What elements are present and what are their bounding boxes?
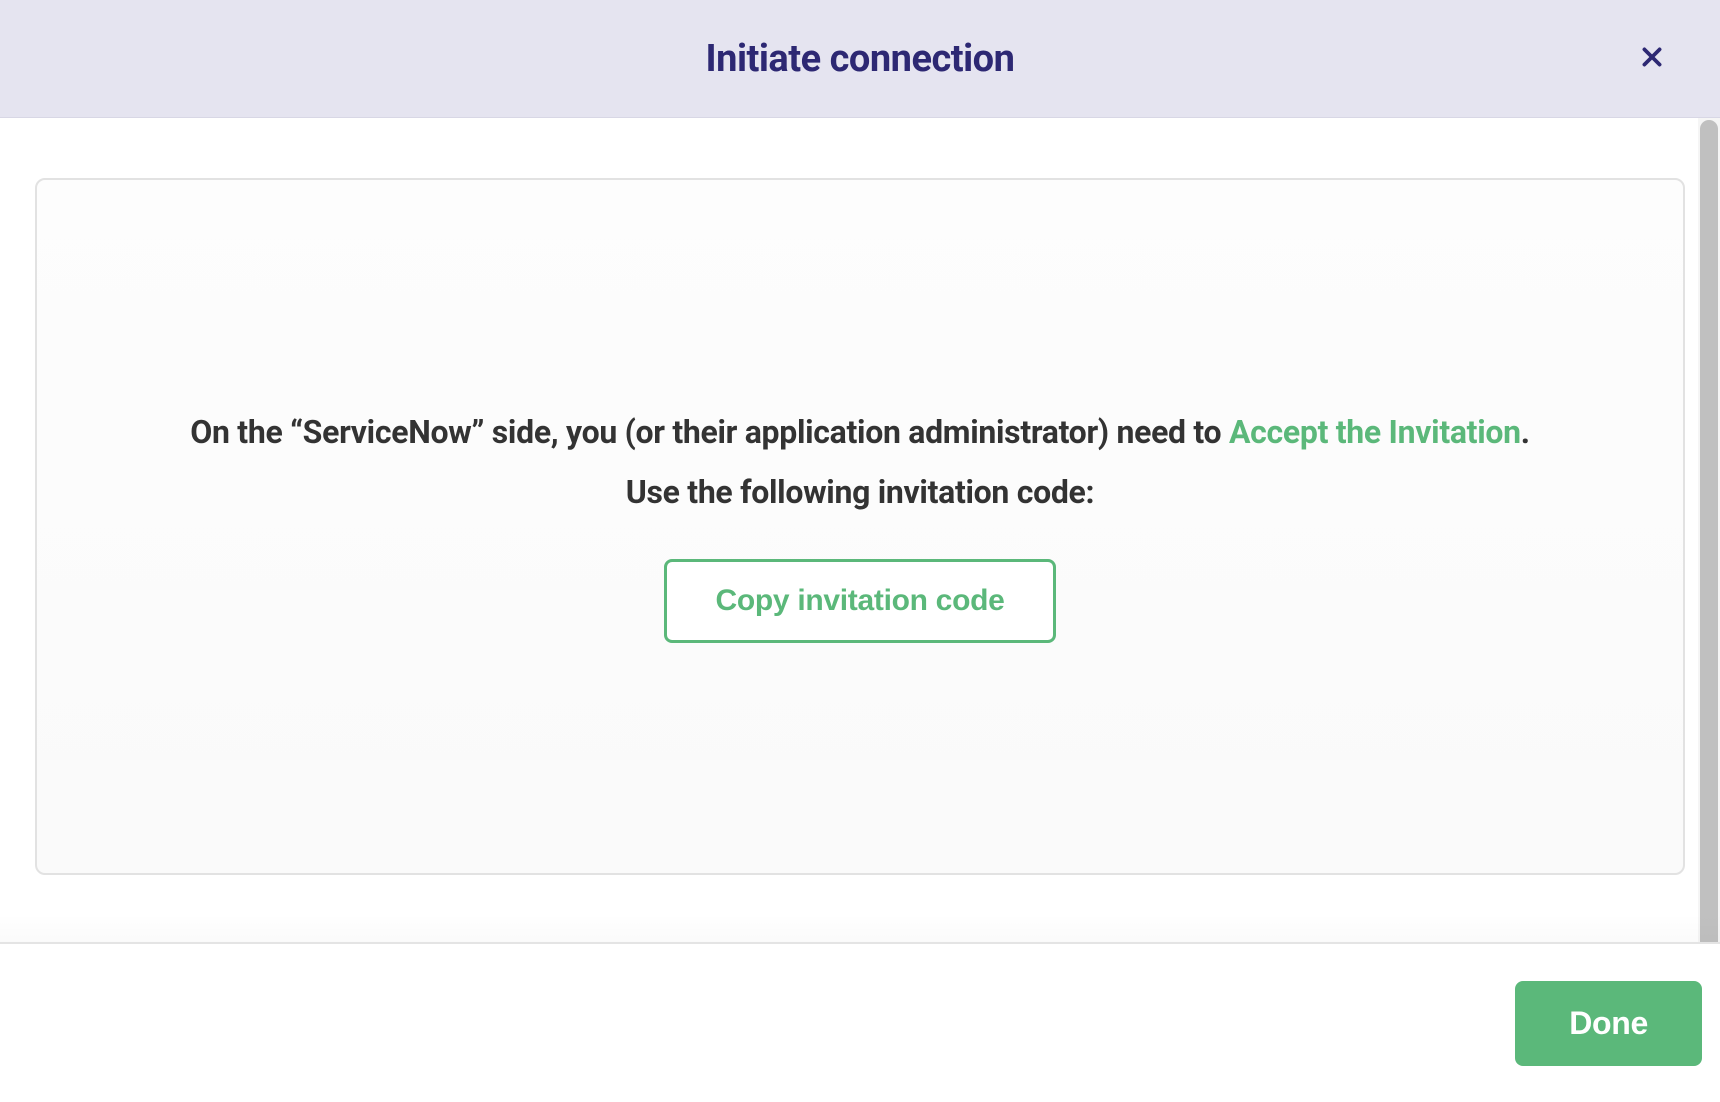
instruction-prefix: On the “ServiceNow” side, you (or their … [190, 413, 1229, 451]
accept-invitation-link[interactable]: Accept the Invitation [1229, 413, 1521, 451]
modal-body: On the “ServiceNow” side, you (or their … [0, 118, 1720, 942]
modal-title: Initiate connection [706, 37, 1015, 81]
footer-shadow [0, 914, 1720, 944]
done-button[interactable]: Done [1515, 981, 1702, 1066]
instruction-subline: Use the following invitation code: [117, 473, 1603, 511]
instruction-suffix: . [1521, 413, 1530, 451]
content-card: On the “ServiceNow” side, you (or their … [35, 178, 1685, 875]
close-button[interactable] [1632, 39, 1672, 79]
modal-footer: Done [0, 942, 1720, 1102]
close-icon [1639, 44, 1665, 74]
modal-header: Initiate connection [0, 0, 1720, 118]
instruction-text: On the “ServiceNow” side, you (or their … [117, 410, 1603, 455]
copy-invitation-code-button[interactable]: Copy invitation code [664, 559, 1055, 643]
